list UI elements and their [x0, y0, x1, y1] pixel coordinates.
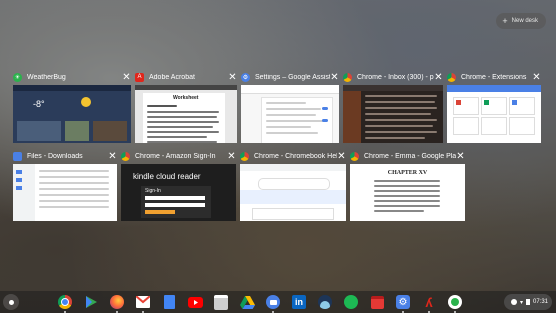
window-preview: kindle cloud reader Sign-In	[121, 164, 236, 221]
weatherbug-icon[interactable]	[446, 293, 464, 313]
window-title: Adobe Acrobat	[149, 73, 195, 81]
window-title-bar: Chrome - Extensions ✕	[447, 71, 541, 83]
status-area[interactable]: ▾ 07:31	[504, 294, 552, 310]
window-preview	[343, 85, 443, 143]
window-title-bar: ☀ WeatherBug ✕	[13, 71, 131, 83]
shelf-apps: in ⚙ ʎ	[56, 293, 464, 313]
window-preview: Worksheet	[135, 85, 237, 143]
chrome-icon	[240, 151, 249, 161]
files-icon[interactable]	[264, 293, 282, 313]
youtube-icon[interactable]	[186, 293, 204, 311]
chrome-icon	[121, 151, 130, 161]
close-icon[interactable]: ✕	[337, 151, 346, 162]
window-title: Chrome - Amazon Sign-In	[135, 152, 216, 160]
adobe-acrobat-icon: A	[135, 72, 144, 82]
window-title: Chrome - Inbox (300) - p…	[357, 73, 434, 81]
chrome-icon	[343, 72, 352, 82]
chrome-icon[interactable]	[56, 293, 74, 313]
docs-icon[interactable]	[160, 293, 178, 311]
launcher-button[interactable]	[3, 294, 19, 310]
kindle-logo: kindle cloud reader	[133, 172, 201, 181]
clock: 07:31	[532, 299, 548, 305]
new-desk-button[interactable]: + New desk	[496, 13, 546, 29]
window-preview	[241, 85, 339, 143]
linkedin-icon[interactable]: in	[290, 293, 308, 311]
window-chrome-extensions[interactable]: Chrome - Extensions ✕	[447, 71, 541, 143]
window-title-bar: Chrome - Chromebook Help ✕	[240, 150, 346, 162]
close-icon[interactable]: ✕	[456, 151, 465, 162]
close-icon[interactable]: ✕	[434, 72, 443, 83]
close-icon[interactable]: ✕	[228, 72, 237, 83]
window-preview	[447, 85, 541, 143]
weatherbug-icon: ☀	[13, 72, 22, 82]
adobe-acrobat-icon[interactable]: ʎ	[420, 293, 438, 313]
window-adobe-acrobat[interactable]: A Adobe Acrobat ✕ Worksheet	[135, 71, 237, 143]
spotify-icon[interactable]	[342, 293, 360, 311]
settings-icon[interactable]: ⚙	[394, 293, 412, 313]
window-title: Settings – Google Assist…	[255, 73, 330, 81]
window-title-bar: Chrome - Inbox (300) - p… ✕	[343, 71, 443, 83]
shelf: in ⚙ ʎ ▾ 07:31	[0, 291, 556, 313]
window-chrome-amazon-sign-in[interactable]: Chrome - Amazon Sign-In ✕ kindle cloud r…	[121, 150, 236, 221]
settings-icon: ⚙	[241, 72, 250, 82]
close-icon[interactable]: ✕	[330, 72, 339, 83]
window-preview	[13, 164, 117, 221]
files-icon	[13, 151, 22, 161]
window-title: Chrome - Chromebook Help	[254, 152, 337, 160]
window-title: WeatherBug	[27, 73, 66, 81]
window-title-bar: A Adobe Acrobat ✕	[135, 71, 237, 83]
window-preview: CHAPTER XV	[350, 164, 465, 221]
window-preview	[240, 164, 346, 221]
info-icon	[510, 299, 517, 305]
temperature: -8°	[33, 99, 45, 109]
window-title: Chrome - Emma - Google Play	[364, 152, 456, 160]
firefox-icon[interactable]	[108, 293, 126, 313]
chrome-icon	[350, 151, 359, 161]
chapter-heading: CHAPTER XV	[387, 170, 428, 176]
window-preview: -8°	[13, 85, 131, 143]
close-icon[interactable]: ✕	[532, 72, 541, 83]
plus-icon: +	[502, 15, 508, 26]
window-chrome-inbox[interactable]: Chrome - Inbox (300) - p… ✕	[343, 71, 443, 143]
sun-icon	[81, 97, 91, 107]
new-desk-label: New desk	[511, 18, 538, 24]
window-chrome-emma-google-play[interactable]: Chrome - Emma - Google Play ✕ CHAPTER XV	[350, 150, 465, 221]
battery-icon	[525, 299, 530, 305]
window-title: Files - Downloads	[27, 152, 83, 160]
window-settings[interactable]: ⚙ Settings – Google Assist… ✕	[241, 71, 339, 143]
sky-icon[interactable]	[316, 293, 334, 311]
close-icon[interactable]: ✕	[227, 151, 236, 162]
printer-icon[interactable]	[212, 293, 230, 311]
wifi-icon: ▾	[519, 299, 523, 306]
window-title-bar: Chrome - Emma - Google Play ✕	[350, 150, 465, 162]
window-files-downloads[interactable]: Files - Downloads ✕	[13, 150, 117, 221]
window-weatherbug[interactable]: ☀ WeatherBug ✕ -8°	[13, 71, 131, 143]
drive-icon[interactable]	[238, 293, 256, 311]
document-heading: Worksheet	[173, 95, 199, 101]
calendar-icon[interactable]	[368, 293, 386, 311]
window-title-bar: ⚙ Settings – Google Assist… ✕	[241, 71, 339, 83]
chrome-icon	[447, 72, 456, 82]
window-title: Chrome - Extensions	[461, 73, 527, 81]
play-store-icon[interactable]	[82, 293, 100, 311]
close-icon[interactable]: ✕	[122, 72, 131, 83]
window-chrome-chromebook-help[interactable]: Chrome - Chromebook Help ✕	[240, 150, 346, 221]
window-title-bar: Files - Downloads ✕	[13, 150, 117, 162]
gmail-icon[interactable]	[134, 293, 152, 313]
sign-in-heading: Sign-In	[145, 188, 161, 194]
close-icon[interactable]: ✕	[108, 151, 117, 162]
window-title-bar: Chrome - Amazon Sign-In ✕	[121, 150, 236, 162]
